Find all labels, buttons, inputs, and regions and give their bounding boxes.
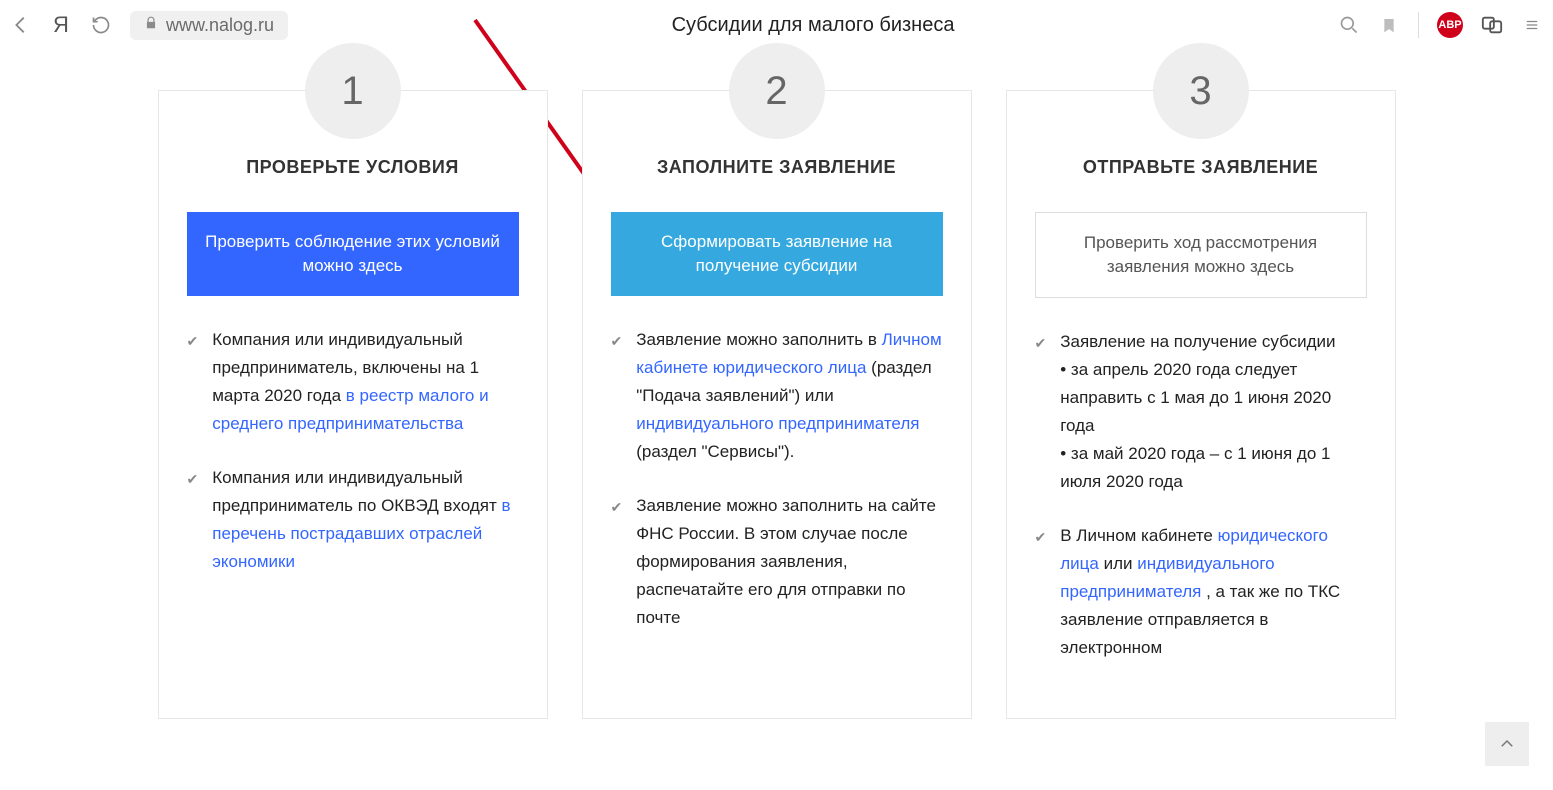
bookmark-icon[interactable] xyxy=(1378,15,1400,35)
check-icon: ✔ xyxy=(187,468,199,576)
yandex-logo-icon[interactable]: Я xyxy=(50,12,72,38)
list-text: или xyxy=(1104,554,1138,573)
step-card-2: 2 ЗАПОЛНИТЕ ЗАЯВЛЕНИЕ Сформировать заявл… xyxy=(582,90,972,719)
list-item: ✔ В Личном кабинете юридического лица ил… xyxy=(1035,522,1367,662)
list-item: ✔ Заявление можно заполнить в Личном каб… xyxy=(611,326,943,466)
step-title-1: ПРОВЕРЬТЕ УСЛОВИЯ xyxy=(187,157,519,178)
check-icon: ✔ xyxy=(611,330,623,466)
list-item: ✔ Заявление можно заполнить на сайте ФНС… xyxy=(611,492,943,632)
check-icon: ✔ xyxy=(187,330,199,438)
check-icon: ✔ xyxy=(611,496,623,632)
list-text: Компания или индивидуальный предпринимат… xyxy=(212,468,501,515)
step-title-2: ЗАПОЛНИТЕ ЗАЯВЛЕНИЕ xyxy=(611,157,943,178)
divider xyxy=(1418,12,1419,38)
check-icon: ✔ xyxy=(1035,526,1047,662)
scroll-to-top-button[interactable] xyxy=(1485,722,1529,766)
list-item: ✔ Компания или индивидуальный предприним… xyxy=(187,326,519,438)
url-text: www.nalog.ru xyxy=(166,15,274,36)
list-text: Заявление можно заполнить на сайте ФНС Р… xyxy=(636,492,942,632)
address-bar[interactable]: www.nalog.ru xyxy=(130,11,288,40)
search-icon[interactable] xyxy=(1338,15,1360,35)
list-item: ✔ Компания или индивидуальный предприним… xyxy=(187,464,519,576)
step-card-1: 1 ПРОВЕРЬТЕ УСЛОВИЯ Проверить соблюдение… xyxy=(158,90,548,719)
check-status-button[interactable]: Проверить ход рассмотрения заявления мож… xyxy=(1035,212,1367,298)
create-application-button[interactable]: Сформировать заявление на получение субс… xyxy=(611,212,943,296)
list-text: Заявление можно заполнить в xyxy=(636,330,881,349)
step-number-1: 1 xyxy=(305,43,401,139)
step-title-3: ОТПРАВЬТЕ ЗАЯВЛЕНИЕ xyxy=(1035,157,1367,178)
page-title: Субсидии для малого бизнеса xyxy=(306,14,1320,37)
list-text: В Личном кабинете xyxy=(1060,526,1217,545)
step-card-3: 3 ОТПРАВЬТЕ ЗАЯВЛЕНИЕ Проверить ход расс… xyxy=(1006,90,1396,719)
list-item: ✔ Заявление на получение субсидии • за а… xyxy=(1035,328,1367,496)
check-icon: ✔ xyxy=(1035,332,1047,496)
translate-icon[interactable] xyxy=(1481,13,1503,37)
step-number-3: 3 xyxy=(1153,43,1249,139)
back-icon[interactable] xyxy=(10,14,32,36)
adblock-icon[interactable]: ABP xyxy=(1437,12,1463,38)
step-number-2: 2 xyxy=(729,43,825,139)
reload-icon[interactable] xyxy=(90,15,112,35)
list-text: Заявление на получение субсидии • за апр… xyxy=(1060,328,1366,496)
list-text: (раздел "Сервисы"). xyxy=(636,442,794,461)
menu-icon[interactable] xyxy=(1521,15,1543,35)
check-conditions-button[interactable]: Проверить соблюдение этих условий можно … xyxy=(187,212,519,296)
individual-entrepreneur-link[interactable]: индивидуального предпринимателя xyxy=(636,414,919,433)
lock-icon xyxy=(144,16,158,34)
steps-container: 1 ПРОВЕРЬТЕ УСЛОВИЯ Проверить соблюдение… xyxy=(0,50,1553,719)
